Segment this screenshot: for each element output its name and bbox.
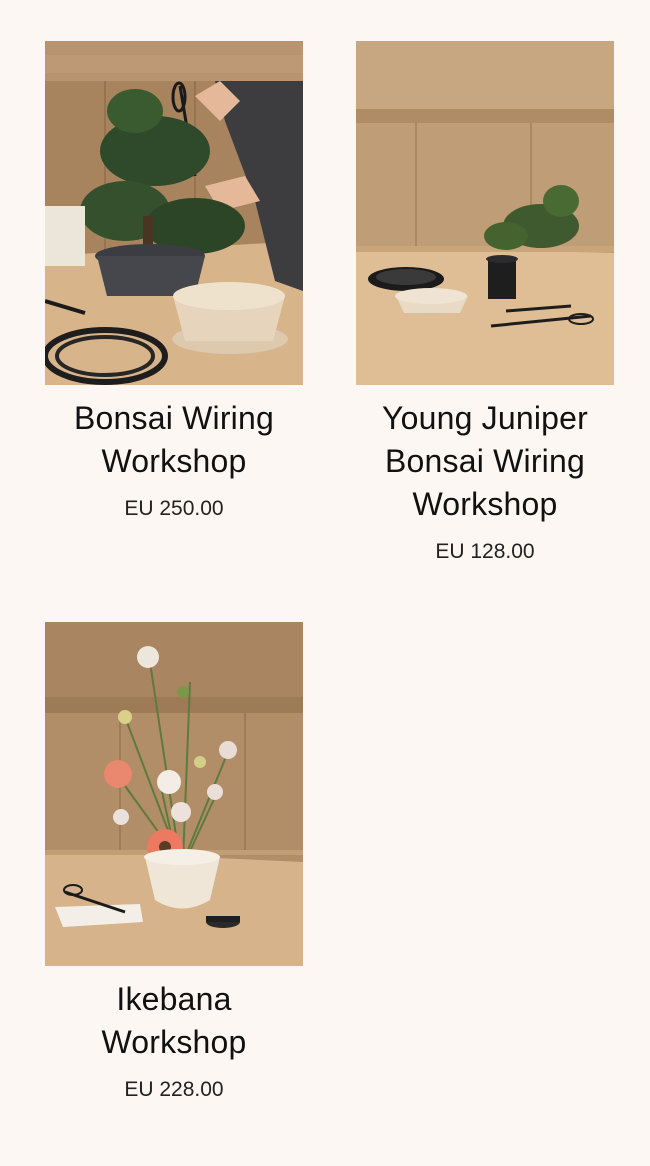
product-card-young-juniper[interactable]: Young Juniper Bonsai Wiring Workshop EU … bbox=[356, 41, 614, 565]
product-price: EU 128.00 bbox=[435, 540, 535, 563]
product-image-bonsai-wiring[interactable] bbox=[45, 41, 303, 385]
product-title[interactable]: Bonsai Wiring Workshop bbox=[45, 397, 303, 483]
product-title[interactable]: Ikebana Workshop bbox=[45, 978, 303, 1064]
product-image-young-juniper[interactable] bbox=[356, 41, 614, 385]
product-card-ikebana[interactable]: Ikebana Workshop EU 228.00 bbox=[45, 622, 303, 1103]
product-card-bonsai-wiring[interactable]: Bonsai Wiring Workshop EU 250.00 bbox=[45, 41, 303, 522]
product-price: EU 228.00 bbox=[124, 1078, 224, 1101]
product-image-ikebana[interactable] bbox=[45, 622, 303, 966]
product-price: EU 250.00 bbox=[124, 497, 224, 520]
product-title[interactable]: Young Juniper Bonsai Wiring Workshop bbox=[356, 397, 614, 526]
product-grid: Bonsai Wiring Workshop EU 250.00 Young J… bbox=[0, 0, 650, 1166]
